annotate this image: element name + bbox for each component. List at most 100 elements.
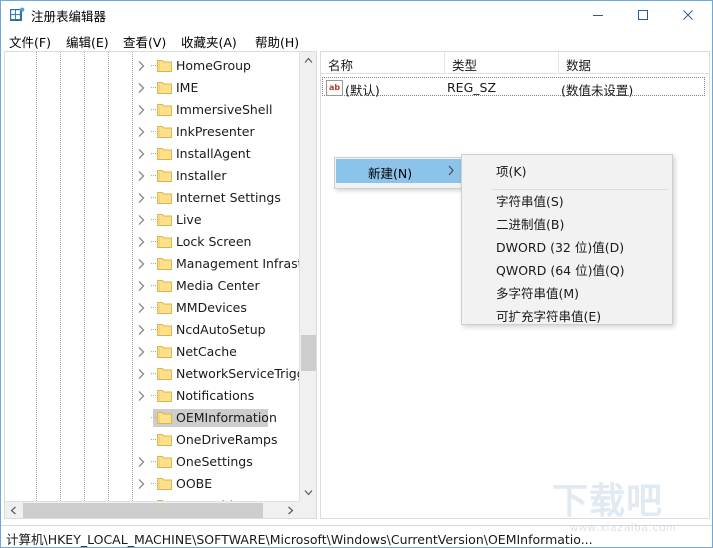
tree-item[interactable]: Internet Settings: [5, 187, 299, 209]
tree-item-label: Installer: [176, 168, 227, 183]
maximize-button[interactable]: [620, 1, 665, 29]
tree-item[interactable]: InkPresenter: [5, 121, 299, 143]
tree-item[interactable]: Lock Screen: [5, 231, 299, 253]
chevron-right-icon[interactable]: [136, 60, 147, 72]
registry-path: 计算机\HKEY_LOCAL_MACHINE\SOFTWARE\Microsof…: [6, 532, 593, 547]
context-submenu-item[interactable]: 多字符串值(M): [463, 279, 671, 303]
registry-tree-pane: HomeGroup IME ImmersiveShell InkPresenter In…: [4, 51, 317, 519]
column-header-data-label: 数据: [566, 58, 592, 73]
tree-item-label: InkPresenter: [176, 124, 255, 139]
folder-icon: [157, 367, 172, 380]
tree-vscroll-thumb[interactable]: [301, 335, 316, 371]
chevron-right-icon[interactable]: [136, 170, 147, 182]
scroll-up-icon[interactable]: [300, 52, 316, 69]
tree-item[interactable]: InstallAgent: [5, 143, 299, 165]
chevron-right-icon[interactable]: [136, 104, 147, 116]
tree-item[interactable]: OneDriveRamps: [5, 429, 299, 451]
context-menu-item-new-label: 新建(N): [368, 166, 413, 181]
tree-item[interactable]: NcdAutoSetup: [5, 319, 299, 341]
tree-item-label: MMDevices: [176, 300, 247, 315]
tree-hscroll-thumb[interactable]: [23, 503, 263, 518]
tree-item[interactable]: OOBE: [5, 473, 299, 495]
tree-item[interactable]: ImmersiveShell: [5, 99, 299, 121]
chevron-right-icon[interactable]: [136, 82, 147, 94]
chevron-right-icon[interactable]: [136, 214, 147, 226]
title-bar: 注册表编辑器: [1, 1, 712, 29]
tree-item-label: OneDriveRamps: [176, 432, 278, 447]
context-menu-item-new[interactable]: 新建(N): [336, 159, 463, 183]
context-menu: 新建(N): [334, 157, 469, 189]
chevron-right-icon[interactable]: [136, 280, 147, 292]
scroll-right-icon[interactable]: [282, 502, 299, 518]
context-submenu-item-label: DWORD (32 位)值(D): [496, 240, 625, 255]
context-submenu-item-label: 二进制值(B): [496, 217, 565, 232]
folder-icon: [157, 147, 172, 160]
menu-bar: 文件(F) 编辑(E) 查看(V) 收藏夹(A) 帮助(H): [1, 29, 712, 50]
chevron-right-icon[interactable]: [136, 456, 147, 468]
folder-icon: [157, 389, 172, 402]
folder-icon: [157, 477, 172, 490]
chevron-right-icon[interactable]: [136, 192, 147, 204]
scroll-left-icon[interactable]: [5, 502, 22, 518]
tree-item[interactable]: OneSettings: [5, 451, 299, 473]
chevron-right-icon[interactable]: [136, 302, 147, 314]
context-submenu-item-label: QWORD (64 位)值(Q): [496, 263, 625, 278]
chevron-right-icon[interactable]: [136, 368, 147, 380]
chevron-right-icon[interactable]: [136, 324, 147, 336]
tree-item-label: ImmersiveShell: [176, 102, 273, 117]
menu-favorites[interactable]: 收藏夹(A): [179, 31, 239, 50]
tree-item[interactable]: OEMInformation: [5, 407, 299, 429]
menu-file[interactable]: 文件(F): [7, 31, 53, 50]
menu-view[interactable]: 查看(V): [121, 31, 168, 50]
column-header-type-label: 类型: [452, 58, 478, 73]
tree-item[interactable]: Media Center: [5, 275, 299, 297]
registry-tree[interactable]: HomeGroup IME ImmersiveShell InkPresenter In…: [5, 52, 299, 501]
tree-item[interactable]: Management Infrastruc: [5, 253, 299, 275]
scroll-down-icon[interactable]: [300, 484, 316, 501]
chevron-right-icon[interactable]: [136, 390, 147, 402]
chevron-right-icon[interactable]: [136, 258, 147, 270]
context-submenu-item[interactable]: 二进制值(B): [463, 210, 671, 234]
chevron-right-icon[interactable]: [136, 346, 147, 358]
tree-item[interactable]: NetworkServiceTriggers: [5, 363, 299, 385]
column-header-data[interactable]: 数据: [559, 52, 709, 73]
close-button[interactable]: [665, 1, 710, 29]
tree-item[interactable]: Live: [5, 209, 299, 231]
chevron-right-icon[interactable]: [136, 126, 147, 138]
folder-icon: [157, 191, 172, 204]
tree-item[interactable]: MMDevices: [5, 297, 299, 319]
tree-item-label: Live: [176, 212, 202, 227]
column-header-name-label: 名称: [328, 58, 354, 73]
list-header: 名称 类型 数据: [321, 52, 709, 74]
folder-icon: [157, 301, 172, 314]
tree-item[interactable]: HomeGroup: [5, 55, 299, 77]
chevron-right-icon[interactable]: [136, 236, 147, 248]
folder-icon: [157, 455, 172, 468]
tree-item-label: Lock Screen: [176, 234, 252, 249]
value-name: (默认): [345, 83, 380, 98]
minimize-button[interactable]: [575, 1, 620, 29]
menu-help[interactable]: 帮助(H): [253, 31, 301, 50]
tree-horizontal-scrollbar[interactable]: [5, 501, 299, 518]
context-submenu-item[interactable]: 项(K): [463, 157, 671, 181]
tree-item-label: HomeGroup: [176, 58, 251, 73]
column-header-name[interactable]: 名称: [321, 52, 445, 73]
tree-item[interactable]: IME: [5, 77, 299, 99]
chevron-right-icon[interactable]: [136, 148, 147, 160]
table-row[interactable]: ab (默认) REG_SZ (数值未设置): [322, 77, 705, 98]
context-submenu-item[interactable]: 可扩充字符串值(E): [463, 302, 671, 326]
column-header-type[interactable]: 类型: [445, 52, 559, 73]
registry-editor-window: 注册表编辑器 文件(F) 编辑(E) 查看(V) 收藏夹(A) 帮助(H) Ho…: [0, 0, 713, 548]
tree-item[interactable]: Installer: [5, 165, 299, 187]
tree-item-label: InstallAgent: [176, 146, 251, 161]
context-submenu-item[interactable]: 字符串值(S): [463, 187, 671, 211]
tree-item-label: OEMInformation: [176, 410, 277, 425]
context-submenu-item[interactable]: QWORD (64 位)值(Q): [463, 256, 671, 280]
tree-vertical-scrollbar[interactable]: [299, 52, 316, 501]
window-title: 注册表编辑器: [31, 9, 107, 24]
tree-item[interactable]: NetCache: [5, 341, 299, 363]
context-submenu-item[interactable]: DWORD (32 位)值(D): [463, 233, 671, 257]
chevron-right-icon[interactable]: [136, 478, 147, 490]
tree-item[interactable]: Notifications: [5, 385, 299, 407]
menu-edit[interactable]: 编辑(E): [64, 31, 111, 50]
